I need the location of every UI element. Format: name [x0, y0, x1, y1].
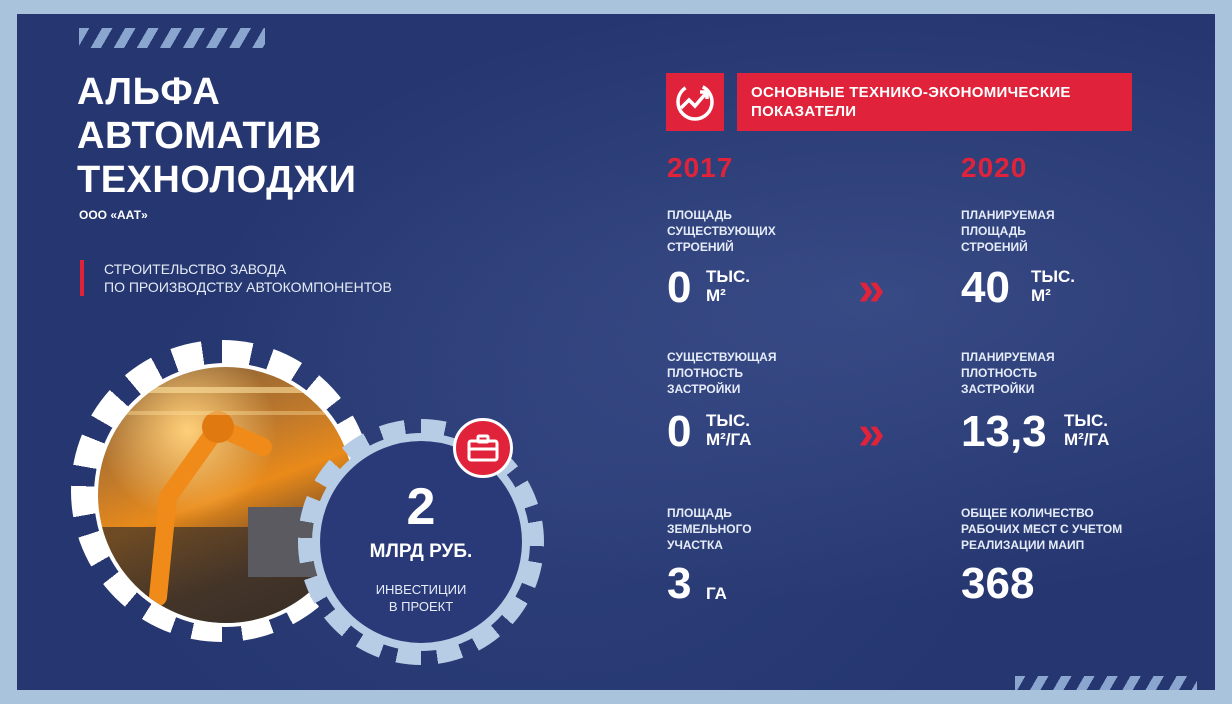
- metric-2020-2-label: Планируемая плотность застройки: [961, 350, 1055, 396]
- metric-2017-2-unit: тыс. м²/га: [706, 411, 752, 449]
- metric-2020-1-value: 40: [961, 263, 1010, 312]
- growth-chart-logo-icon: [676, 83, 714, 121]
- metric-2020-2-unit: тыс. м²/га: [1064, 411, 1110, 449]
- decor-stripes-bottom: [1015, 676, 1197, 690]
- arrow-1-icon: »: [858, 263, 885, 316]
- briefcase-badge: [453, 418, 513, 478]
- metric-2017-2-value: 0: [667, 407, 692, 456]
- project-subtitle: Строительство завода по производству авт…: [80, 260, 392, 296]
- page-title: Альфа Автоматив Технолоджи: [77, 71, 357, 201]
- metric-2017-2-label: Существующая плотность застройки: [667, 350, 777, 396]
- arrow-2-icon: »: [858, 407, 885, 460]
- metric-2017-3-unit: га: [706, 584, 727, 603]
- logo-box: [666, 73, 724, 131]
- decor-stripes-top: [79, 28, 265, 48]
- investment-unit: млрд руб.: [369, 541, 473, 562]
- year-2020: 2020: [961, 152, 1028, 183]
- metric-2020-3-label: Общее количество рабочих мест с учетом р…: [961, 506, 1123, 552]
- metric-2020-2-value: 13,3: [961, 407, 1047, 456]
- metric-2017-3-label: Площадь земельного участка: [667, 506, 752, 552]
- investment-value: 2: [406, 478, 436, 536]
- metric-2020-1-label: Планируемая площадь строений: [961, 208, 1055, 254]
- year-2017: 2017: [667, 152, 734, 183]
- metric-2020-3-value: 368: [961, 559, 1035, 608]
- metric-2017-1-unit: тыс. м²: [706, 267, 751, 305]
- investment-caption: Инвестиции в проект: [375, 582, 467, 614]
- metric-2017-1-label: Площадь существующих строений: [667, 208, 776, 254]
- metric-2017-1-value: 0: [667, 263, 692, 312]
- metric-2020-1-unit: тыс. м²: [1031, 267, 1076, 305]
- section-header: Основные технико-экономические показател…: [737, 73, 1132, 131]
- company-name: ООО «ААТ»: [79, 208, 148, 222]
- metric-2017-3-value: 3: [667, 559, 692, 608]
- briefcase-icon: [467, 434, 499, 462]
